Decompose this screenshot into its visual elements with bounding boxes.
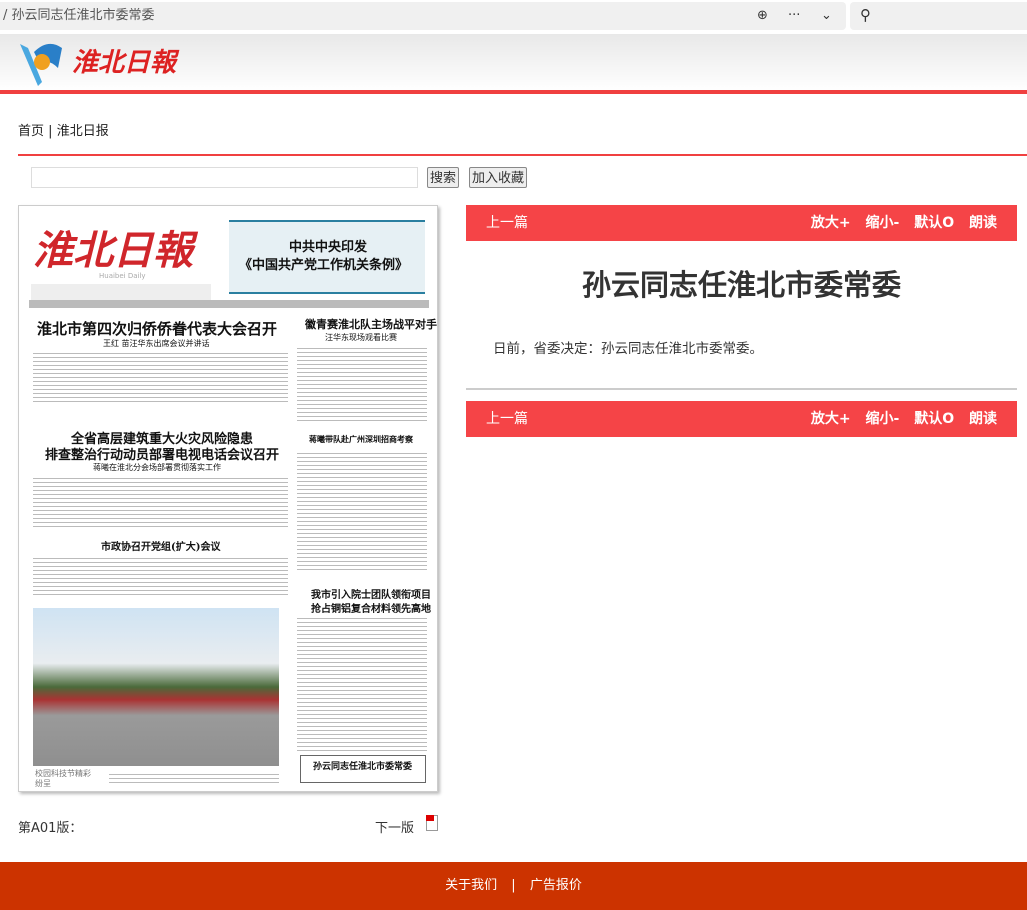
breadcrumb: 首页 | 淮北日报 [18, 120, 109, 139]
article-text [33, 556, 288, 596]
next-edition-link[interactable]: 下一版 [375, 817, 414, 836]
more-icon[interactable]: ··· [788, 2, 800, 30]
about-us-link[interactable]: 关于我们 [445, 878, 497, 893]
address-bar[interactable]: / 孙云同志任淮北市委常委 ⊕ ··· ⌄ [0, 2, 846, 30]
divider [18, 154, 1027, 156]
breadcrumb-separator: | [48, 124, 53, 139]
article-text [297, 451, 427, 571]
ad-pricing-link[interactable]: 广告报价 [530, 878, 582, 893]
chevron-down-icon[interactable]: ⌄ [821, 2, 832, 30]
top-box-line1: 中共中央印发 [289, 240, 368, 255]
photo[interactable] [33, 608, 279, 766]
divider [0, 90, 1027, 94]
address-text: / 孙云同志任淮北市委常委 [3, 8, 155, 23]
search-input[interactable] [31, 167, 418, 188]
logo-text: 淮北日報 [72, 48, 177, 78]
zoom-out-button[interactable]: 缩小- [866, 411, 900, 427]
prev-article-link[interactable]: 上一篇 [486, 401, 528, 437]
masthead: 淮北日報 [33, 227, 193, 274]
newspaper-page-image[interactable]: 淮北日報 Huaibei Daily 中共中央印发 《中国共产党工作机关条例》 … [18, 205, 438, 792]
logo-icon[interactable] [18, 38, 63, 88]
browser-search-box[interactable]: ⚲ [850, 2, 1027, 30]
divider [466, 388, 1017, 390]
headline-5[interactable]: 市政协召开党组(扩大)会议 [101, 538, 220, 553]
article-toolbar: 上一篇 放大+ 缩小- 默认O 朗读 [466, 205, 1017, 241]
footer: 关于我们 | 广告报价 [0, 862, 1027, 910]
article-text [33, 351, 288, 403]
subhead-3: 蒋曦在淮北分会场部署贯彻落实工作 [93, 463, 221, 472]
zoom-out-button[interactable]: 缩小- [866, 215, 900, 231]
read-aloud-button[interactable]: 朗读 [969, 215, 997, 231]
article-title: 孙云同志任淮北市委常委 [581, 268, 901, 302]
article-toolbar-bottom: 上一篇 放大+ 缩小- 默认O 朗读 [466, 401, 1017, 437]
prev-article-link[interactable]: 上一篇 [486, 205, 528, 241]
reader-icon[interactable]: ⊕ [757, 2, 768, 30]
top-box[interactable]: 中共中央印发 《中国共产党工作机关条例》 [229, 220, 425, 294]
headline-6b[interactable]: 抢占铜铝复合材料领先高地 [311, 600, 431, 615]
article-text [33, 476, 288, 528]
search-button[interactable]: 搜索 [427, 167, 460, 188]
masthead-en: Huaibei Daily [99, 272, 146, 280]
breadcrumb-home[interactable]: 首页 [18, 124, 44, 139]
caption-text [109, 772, 279, 784]
site-header: 淮北日報 [0, 34, 1027, 91]
top-box-line2: 《中国共产党工作机关条例》 [239, 258, 409, 273]
subhead-2: 汪华东现场观看比赛 [325, 333, 397, 342]
edition-label: 第A01版： [18, 821, 83, 836]
read-aloud-button[interactable]: 朗读 [969, 411, 997, 427]
headline-4[interactable]: 蒋曦带队赴广州深圳招商考察 [309, 434, 413, 445]
headline-1[interactable]: 淮北市第四次归侨侨眷代表大会召开 [37, 318, 277, 339]
article-text [297, 346, 427, 424]
zoom-in-button[interactable]: 放大+ [811, 411, 851, 427]
default-size-button[interactable]: 默认O [914, 411, 954, 427]
search-icon: ⚲ [860, 6, 871, 24]
article-text [297, 616, 427, 751]
photo-caption: 校园科技节精彩纷呈 [35, 769, 91, 788]
pdf-icon[interactable] [426, 815, 438, 831]
footer-separator: | [511, 878, 516, 893]
headline-6a[interactable]: 我市引入院士团队领衔项目 [311, 586, 431, 601]
headline-2[interactable]: 徽青赛淮北队主场战平对手 [305, 316, 437, 332]
headline-3b[interactable]: 排查整治行动动员部署电视电话会议召开 [45, 444, 279, 463]
default-size-button[interactable]: 默认O [914, 215, 954, 231]
box-article[interactable]: 孙云同志任淮北市委常委 [300, 755, 426, 783]
article-body: 日前，省委决定：孙云同志任淮北市委常委。 [493, 341, 763, 357]
zoom-in-button[interactable]: 放大+ [811, 215, 851, 231]
add-favorite-button[interactable]: 加入收藏 [469, 167, 528, 188]
subhead-1: 王红 苗汪华东出席会议并讲话 [103, 339, 210, 348]
box-title: 孙云同志任淮北市委常委 [313, 762, 413, 772]
breadcrumb-section[interactable]: 淮北日报 [57, 124, 109, 139]
